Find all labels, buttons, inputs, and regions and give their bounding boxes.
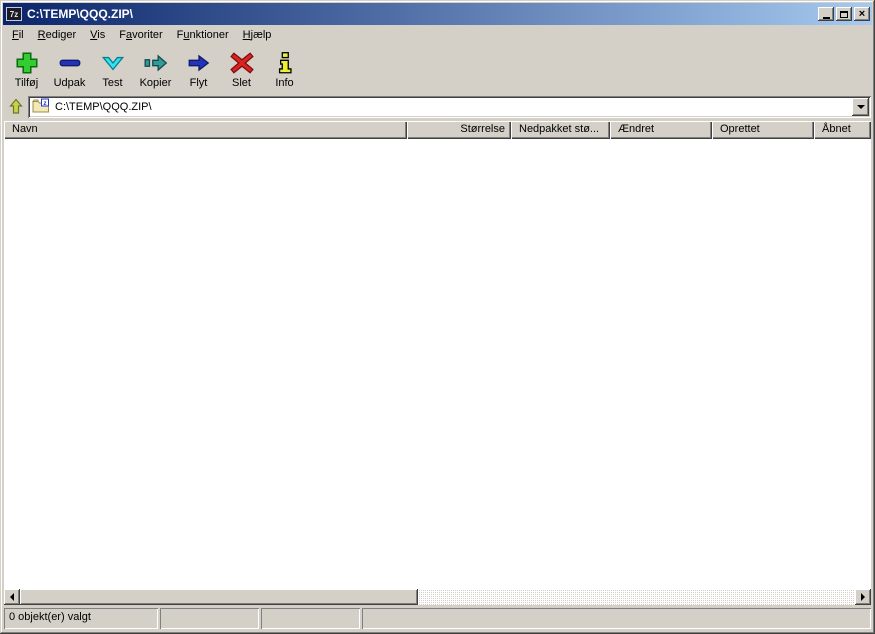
extract-button-label: Udpak (53, 77, 86, 89)
toolbar: Tilføj Udpak Test Kopier Flyt Slet Info (3, 45, 872, 95)
scrollbar-thumb[interactable] (20, 589, 418, 605)
delete-button-label: Slet (232, 77, 251, 89)
address-combobox[interactable]: z C:\TEMP\QQQ.ZIP\ (28, 96, 871, 118)
column-header-oprettet[interactable]: Oprettet (712, 121, 814, 139)
column-header-aendret[interactable]: Ændret (610, 121, 712, 139)
copy-arrow-icon (142, 50, 170, 76)
up-one-level-button[interactable] (4, 96, 28, 118)
status-panel-2 (160, 608, 259, 629)
maximize-icon (840, 10, 848, 18)
move-button-label: Flyt (189, 77, 208, 89)
status-panel-3 (261, 608, 360, 629)
column-header-aabnet[interactable]: Åbnet (814, 121, 871, 139)
list-body[interactable] (4, 139, 871, 589)
window-title: C:\TEMP\QQQ.ZIP\ (27, 7, 134, 21)
minimize-button[interactable] (818, 7, 834, 21)
status-selection: 0 objekt(er) valgt (4, 608, 158, 629)
status-panel-4 (362, 608, 871, 629)
extract-minus-icon (56, 50, 84, 76)
horizontal-scrollbar[interactable] (4, 589, 871, 605)
menu-item-rediger[interactable]: Rediger (31, 27, 84, 43)
zip-folder-icon: z (31, 98, 50, 116)
list-header: Navn Størrelse Nedpakket stø... Ændret O… (4, 121, 871, 139)
copy-button-label: Kopier (139, 77, 172, 89)
file-list: Navn Størrelse Nedpakket stø... Ændret O… (4, 121, 871, 605)
test-button-label: Test (102, 77, 123, 89)
menu-item-fil[interactable]: Fil (5, 27, 31, 43)
app-window: 7z C:\TEMP\QQQ.ZIP\ × Fil Rediger Vis Fa… (0, 0, 875, 634)
address-path[interactable]: C:\TEMP\QQQ.ZIP\ (55, 101, 852, 113)
delete-x-icon (228, 50, 256, 76)
folder-up-icon (7, 97, 25, 118)
window-controls: × (818, 7, 870, 21)
column-header-stoerrelse[interactable]: Størrelse (407, 121, 511, 139)
maximize-button[interactable] (836, 7, 852, 21)
minimize-icon (822, 16, 830, 19)
column-header-navn[interactable]: Navn (4, 121, 407, 139)
menu-item-vis[interactable]: Vis (83, 27, 112, 43)
test-button[interactable]: Test (91, 47, 134, 93)
addressbar: z C:\TEMP\QQQ.ZIP\ (3, 95, 872, 121)
scroll-right-button[interactable] (855, 589, 871, 605)
move-arrow-icon (185, 50, 213, 76)
close-icon: × (858, 8, 866, 20)
titlebar[interactable]: 7z C:\TEMP\QQQ.ZIP\ × (3, 3, 872, 25)
info-button-label: Info (275, 77, 294, 89)
close-button[interactable]: × (854, 7, 870, 21)
add-button-label: Tilføj (14, 77, 39, 89)
chevron-down-icon (856, 105, 865, 109)
column-header-nedpakket[interactable]: Nedpakket stø... (511, 121, 610, 139)
arrow-left-icon (10, 593, 14, 601)
arrow-right-icon (861, 593, 865, 601)
add-button[interactable]: Tilføj (5, 47, 48, 93)
move-button[interactable]: Flyt (177, 47, 220, 93)
info-button[interactable]: Info (263, 47, 306, 93)
menu-item-hjaelp[interactable]: Hjælp (236, 27, 279, 43)
delete-button[interactable]: Slet (220, 47, 263, 93)
add-plus-icon (13, 50, 41, 76)
scroll-left-button[interactable] (4, 589, 20, 605)
statusbar: 0 objekt(er) valgt (3, 605, 872, 631)
test-check-icon (99, 50, 127, 76)
address-dropdown-button[interactable] (852, 98, 869, 116)
app-icon[interactable]: 7z (6, 7, 22, 21)
menubar: Fil Rediger Vis Favoriter Funktioner Hjæ… (3, 25, 872, 45)
extract-button[interactable]: Udpak (48, 47, 91, 93)
menu-item-funktioner[interactable]: Funktioner (170, 27, 236, 43)
menu-item-favoriter[interactable]: Favoriter (112, 27, 169, 43)
copy-button[interactable]: Kopier (134, 47, 177, 93)
info-icon (271, 50, 299, 76)
